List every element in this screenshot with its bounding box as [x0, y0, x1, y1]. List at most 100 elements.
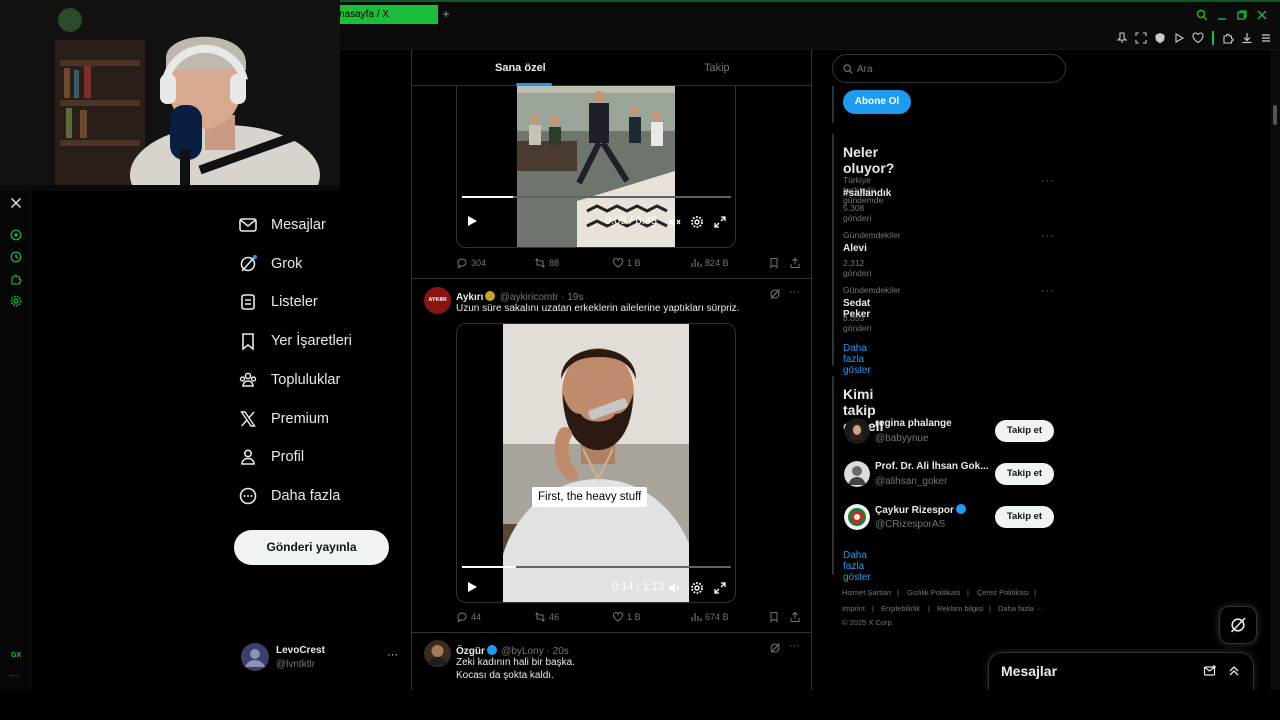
tweet1-video[interactable]: 0:09 / 0:45: [456, 70, 736, 248]
grok-explain-icon[interactable]: [769, 641, 781, 659]
trend-more-icon[interactable]: ···: [1041, 285, 1055, 297]
pin-icon[interactable]: [1114, 30, 1130, 46]
trend-name[interactable]: Alevi: [843, 243, 867, 254]
avatar[interactable]: [844, 504, 870, 530]
close-icon[interactable]: [1254, 7, 1270, 23]
follow-button[interactable]: Takip et: [995, 506, 1054, 528]
footer-link[interactable]: Çerez Politikası: [977, 588, 1029, 597]
expand-icon[interactable]: [1227, 664, 1241, 678]
video-settings-icon[interactable]: [690, 215, 704, 229]
tweet1-like[interactable]: 1 B: [612, 257, 641, 269]
timeline-tabs: Sana özel Takip: [412, 50, 811, 86]
player-icon[interactable]: [8, 227, 24, 243]
tweet2-reply[interactable]: 44: [456, 611, 481, 623]
sidebar-more-icon[interactable]: ···: [10, 670, 19, 680]
restore-icon[interactable]: [1234, 7, 1250, 23]
tweet2-actions: 44 46 1 B 674 B: [456, 611, 800, 627]
scrollbar-thumb[interactable]: [1273, 105, 1277, 125]
search-box[interactable]: [832, 54, 1066, 83]
tweet3-avatar[interactable]: [424, 640, 451, 667]
fullscreen-icon[interactable]: [713, 581, 727, 595]
follow-button[interactable]: Takip et: [995, 463, 1054, 485]
grok-button[interactable]: [1219, 606, 1257, 644]
follow-button[interactable]: Takip et: [995, 420, 1054, 442]
heart-icon[interactable]: [1190, 30, 1206, 46]
trends-show-more[interactable]: Daha fazla göster: [843, 343, 871, 376]
tweet2-views[interactable]: 674 B: [690, 611, 729, 623]
avatar[interactable]: [844, 461, 870, 487]
shield-icon[interactable]: [1152, 30, 1168, 46]
tweet1-progress-track[interactable]: [462, 196, 731, 198]
messages-drawer[interactable]: Mesajlar: [988, 652, 1254, 690]
nav-profile[interactable]: Profil: [238, 440, 304, 474]
footer-link[interactable]: Hizmet Şartları: [842, 588, 892, 597]
tweet1-repost[interactable]: 88: [534, 257, 559, 269]
nav-messages[interactable]: Mesajlar: [238, 208, 326, 242]
play-icon[interactable]: [1171, 30, 1187, 46]
download-icon[interactable]: [1239, 30, 1255, 46]
video-settings-icon[interactable]: [690, 581, 704, 595]
settings-icon[interactable]: [8, 293, 24, 309]
volume-icon[interactable]: [667, 581, 681, 595]
tweet1-reply[interactable]: 304: [456, 257, 486, 269]
tweet2-video[interactable]: First, the heavy stuff 0:14 / 1:13: [456, 323, 736, 603]
x-app-icon[interactable]: [8, 195, 24, 211]
tweet2-like[interactable]: 1 B: [612, 611, 641, 623]
trend-name[interactable]: #sallandık: [843, 188, 891, 199]
suggested-user-name[interactable]: Prof. Dr. Ali İhsan Gok...: [875, 461, 989, 472]
trend-more-icon[interactable]: ···: [1041, 230, 1055, 242]
suggested-user-name[interactable]: Çaykur Rizespor: [875, 504, 966, 516]
account-more-icon[interactable]: ···: [387, 649, 398, 661]
page-scrollbar[interactable]: [1270, 50, 1280, 690]
play-icon[interactable]: [465, 214, 479, 228]
suggested-user-name[interactable]: regina phalange: [875, 418, 952, 429]
menu-icon[interactable]: [1258, 30, 1274, 46]
nav-premium[interactable]: Premium: [238, 402, 329, 436]
fullscreen-icon[interactable]: [713, 215, 727, 229]
nav-lists[interactable]: Listeler: [238, 285, 318, 319]
play-icon[interactable]: [465, 580, 479, 594]
mute-icon[interactable]: [667, 215, 681, 229]
who-to-follow-show-more[interactable]: Daha fazla göster: [843, 550, 871, 583]
account-switcher[interactable]: LevoCrest @lvntktlr ···: [241, 643, 406, 675]
nav-bookmarks[interactable]: Yer İşaretleri: [238, 324, 352, 358]
tab-following[interactable]: Takip: [704, 62, 730, 74]
verified-icon: [955, 504, 966, 514]
search-icon[interactable]: [1194, 7, 1210, 23]
subscribe-button[interactable]: Abone Ol: [843, 90, 911, 114]
reply-icon: [457, 612, 467, 623]
footer-link[interactable]: Imprint: [842, 604, 865, 613]
tweet1-bookmark[interactable]: [768, 257, 780, 269]
history-icon[interactable]: [8, 249, 24, 265]
new-tab-button[interactable]: +: [440, 8, 452, 20]
search-input[interactable]: [857, 61, 1057, 77]
post-button[interactable]: Gönderi yayınla: [234, 530, 389, 565]
account-name: LevoCrest: [276, 645, 325, 656]
list-icon: [241, 294, 255, 310]
footer-link[interactable]: Erişilebilirlik: [881, 604, 920, 613]
nav-grok[interactable]: Grok: [238, 247, 302, 281]
trend-more-icon[interactable]: ···: [1041, 175, 1055, 187]
nav-communities[interactable]: Topluluklar: [238, 363, 340, 397]
tweet2-share[interactable]: [789, 611, 801, 623]
footer-link[interactable]: Gizlilik Politikası: [907, 588, 961, 597]
extensions-icon[interactable]: [1220, 30, 1236, 46]
footer-link[interactable]: Daha fazla ···: [998, 604, 1043, 613]
tweet2-bookmark[interactable]: [768, 611, 780, 623]
nav-more[interactable]: Daha fazla: [238, 479, 340, 513]
new-message-icon[interactable]: [1203, 664, 1217, 678]
avatar[interactable]: [844, 418, 870, 444]
minimize-icon[interactable]: [1214, 7, 1230, 23]
extensions-sidebar-icon[interactable]: [8, 271, 24, 287]
browser-tab[interactable]: nasayfa / X: [335, 5, 438, 24]
tweet2-repost[interactable]: 46: [534, 611, 559, 623]
snapshot-icon[interactable]: [1133, 30, 1149, 46]
tweet2-progress-track[interactable]: [462, 566, 731, 568]
tab-for-you[interactable]: Sana özel: [495, 62, 546, 74]
tweet1-views[interactable]: 824 B: [690, 257, 729, 269]
tweet1-share[interactable]: [789, 257, 801, 269]
footer-link[interactable]: Reklam bilgisi: [937, 604, 983, 613]
tweet2-avatar[interactable]: AYKIRI: [424, 287, 451, 314]
tweet3-more-icon[interactable]: ···: [789, 640, 800, 652]
tweet2-more-icon[interactable]: ···: [789, 286, 800, 298]
